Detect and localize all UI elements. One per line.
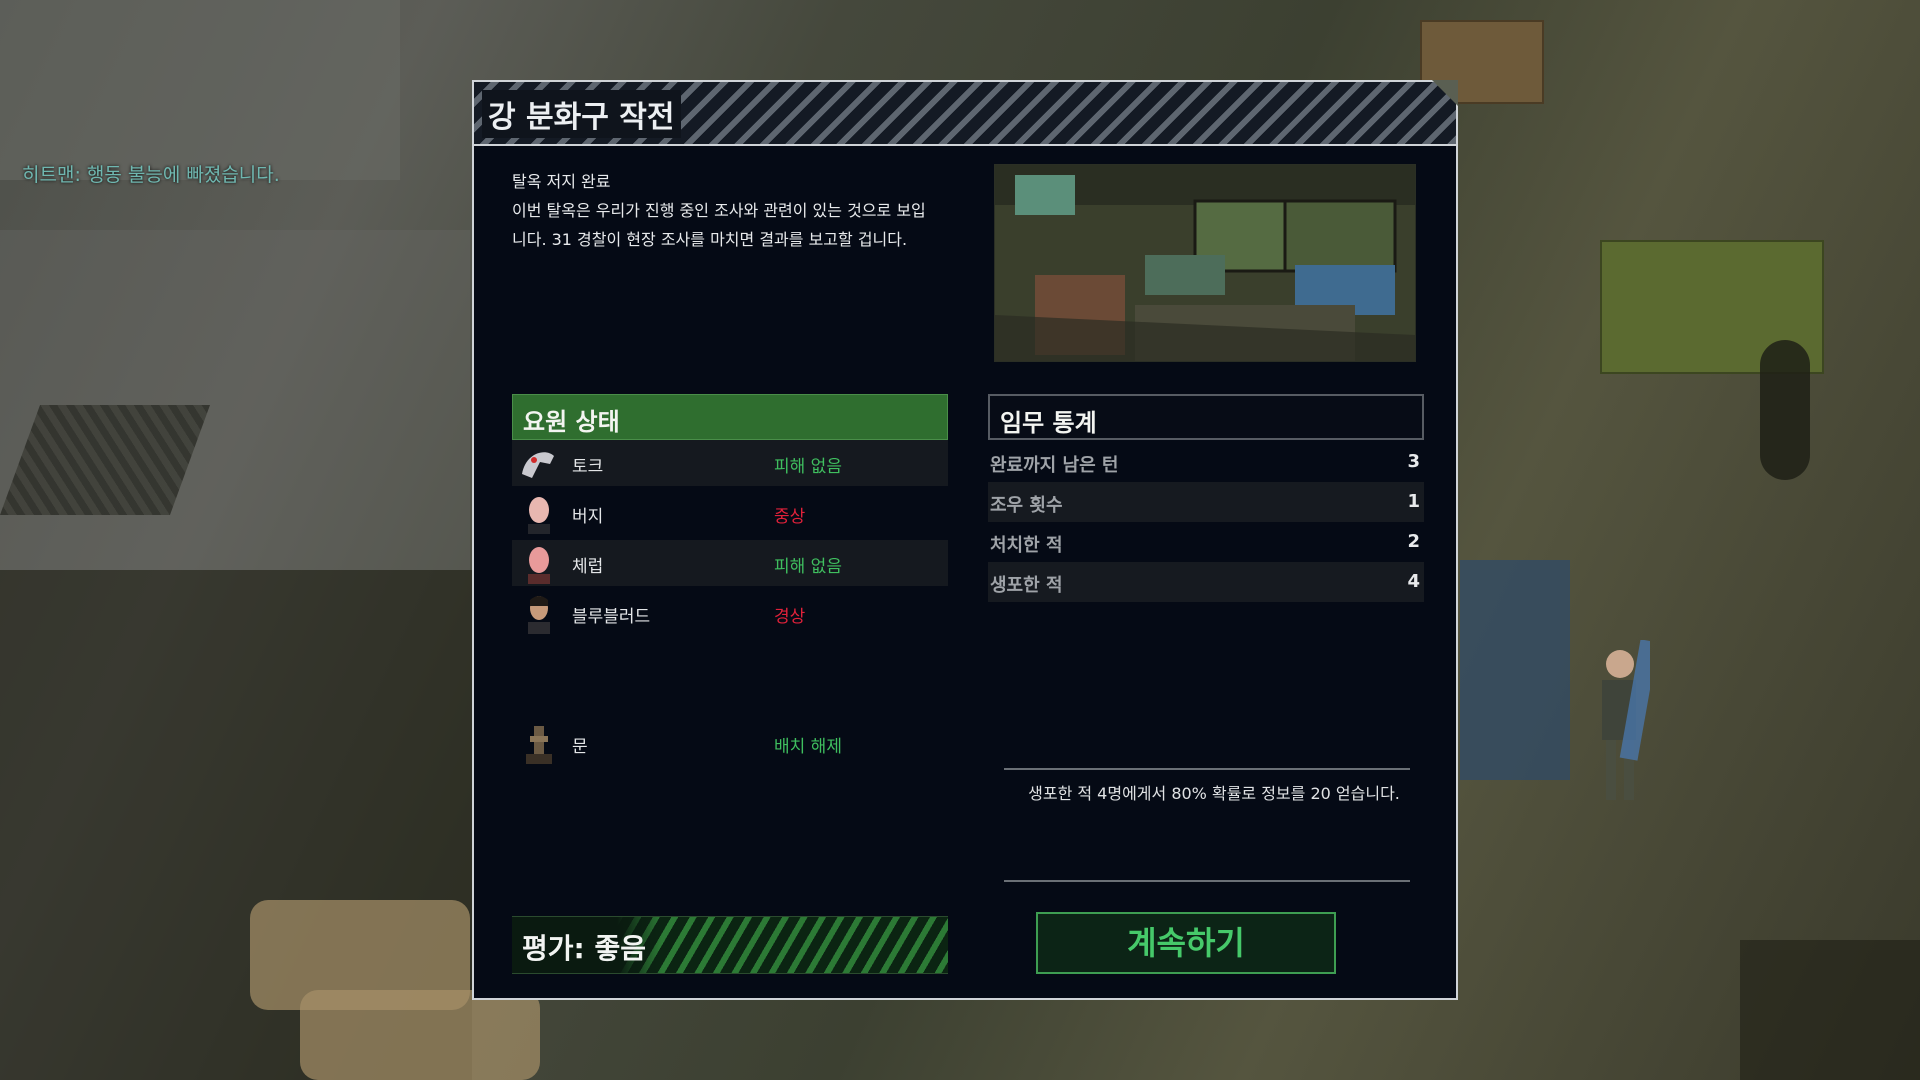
rooftop — [0, 0, 400, 180]
mission-illustration — [994, 164, 1416, 362]
agent-name: 버지 — [572, 507, 604, 527]
agent-name: 토크 — [572, 457, 604, 477]
stat-value: 4 — [1407, 571, 1420, 592]
shield-agent-figure — [1560, 639, 1659, 820]
combat-notification: 히트맨: 행동 불능에 빠졌습니다. — [22, 164, 280, 186]
stat-label: 처치한 적 — [990, 535, 1063, 556]
agent-status: 피해 없음 — [774, 457, 842, 477]
briefing-text: 이번 탈옥은 우리가 진행 중인 조사와 관련이 있는 것으로 보입니다. 31… — [512, 201, 926, 249]
divider — [1004, 880, 1410, 882]
stat-row: 완료까지 남은 턴 3 — [988, 442, 1424, 482]
agent-row: 체럽 피해 없음 — [512, 540, 948, 586]
agent-verge-portrait — [520, 494, 558, 534]
briefing-heading: 탈옥 저지 완료 — [512, 172, 611, 191]
agent-status: 피해 없음 — [774, 557, 842, 577]
stat-label: 생포한 적 — [990, 575, 1063, 596]
agent-name: 문 — [572, 737, 588, 757]
mission-rating: 평가: 좋음 — [522, 932, 646, 965]
stat-value: 1 — [1407, 491, 1420, 512]
stat-row: 생포한 적 4 — [988, 562, 1424, 602]
agent-status: 경상 — [774, 607, 806, 627]
stat-row: 처치한 적 2 — [988, 522, 1424, 562]
agent-row: 문 배치 해제 — [512, 720, 948, 766]
continue-button[interactable]: 계속하기 — [1036, 912, 1336, 974]
stat-label: 조우 횟수 — [990, 495, 1063, 516]
traffic-light — [1760, 340, 1810, 480]
dialog-title-bar: 강 분화구 작전 — [474, 80, 1458, 146]
agent-moon-portrait — [520, 724, 558, 764]
stat-value: 2 — [1407, 531, 1420, 552]
vent-unit — [1740, 940, 1920, 1080]
corner-notch — [1432, 80, 1458, 106]
stat-value: 3 — [1407, 451, 1420, 472]
divider — [1004, 768, 1410, 770]
stat-row: 조우 횟수 1 — [988, 482, 1424, 522]
mission-title: 강 분화구 작전 — [482, 90, 681, 138]
blue-tarp — [1460, 560, 1570, 780]
agent-status-header: 요원 상태 — [512, 394, 948, 440]
agent-row: 블루블러드 경상 — [512, 590, 948, 636]
agent-name: 체럽 — [572, 557, 604, 577]
agent-status: 배치 해제 — [774, 737, 842, 757]
mission-stats-header: 임무 통계 — [988, 394, 1424, 440]
rooftop — [0, 230, 470, 570]
agent-blueblood-portrait — [520, 594, 558, 634]
agent-row: 토크 피해 없음 — [512, 440, 948, 486]
mission-summary-dialog: 강 분화구 작전 탈옥 저지 완료 이번 탈옥은 우리가 진행 중인 조사와 관… — [472, 80, 1458, 1000]
intel-gain-text: 생포한 적 4명에게서 80% 확률로 정보를 20 얻습니다. — [1028, 784, 1400, 803]
agent-status: 중상 — [774, 507, 806, 527]
agent-row: 버지 중상 — [512, 490, 948, 536]
stat-label: 완료까지 남은 턴 — [990, 455, 1119, 476]
sandbag — [300, 990, 540, 1080]
agent-name: 블루블러드 — [572, 607, 651, 627]
agent-cherub-portrait — [520, 544, 558, 584]
agent-torque-portrait — [520, 444, 558, 484]
mission-rating-bar: 평가: 좋음 — [512, 916, 948, 974]
